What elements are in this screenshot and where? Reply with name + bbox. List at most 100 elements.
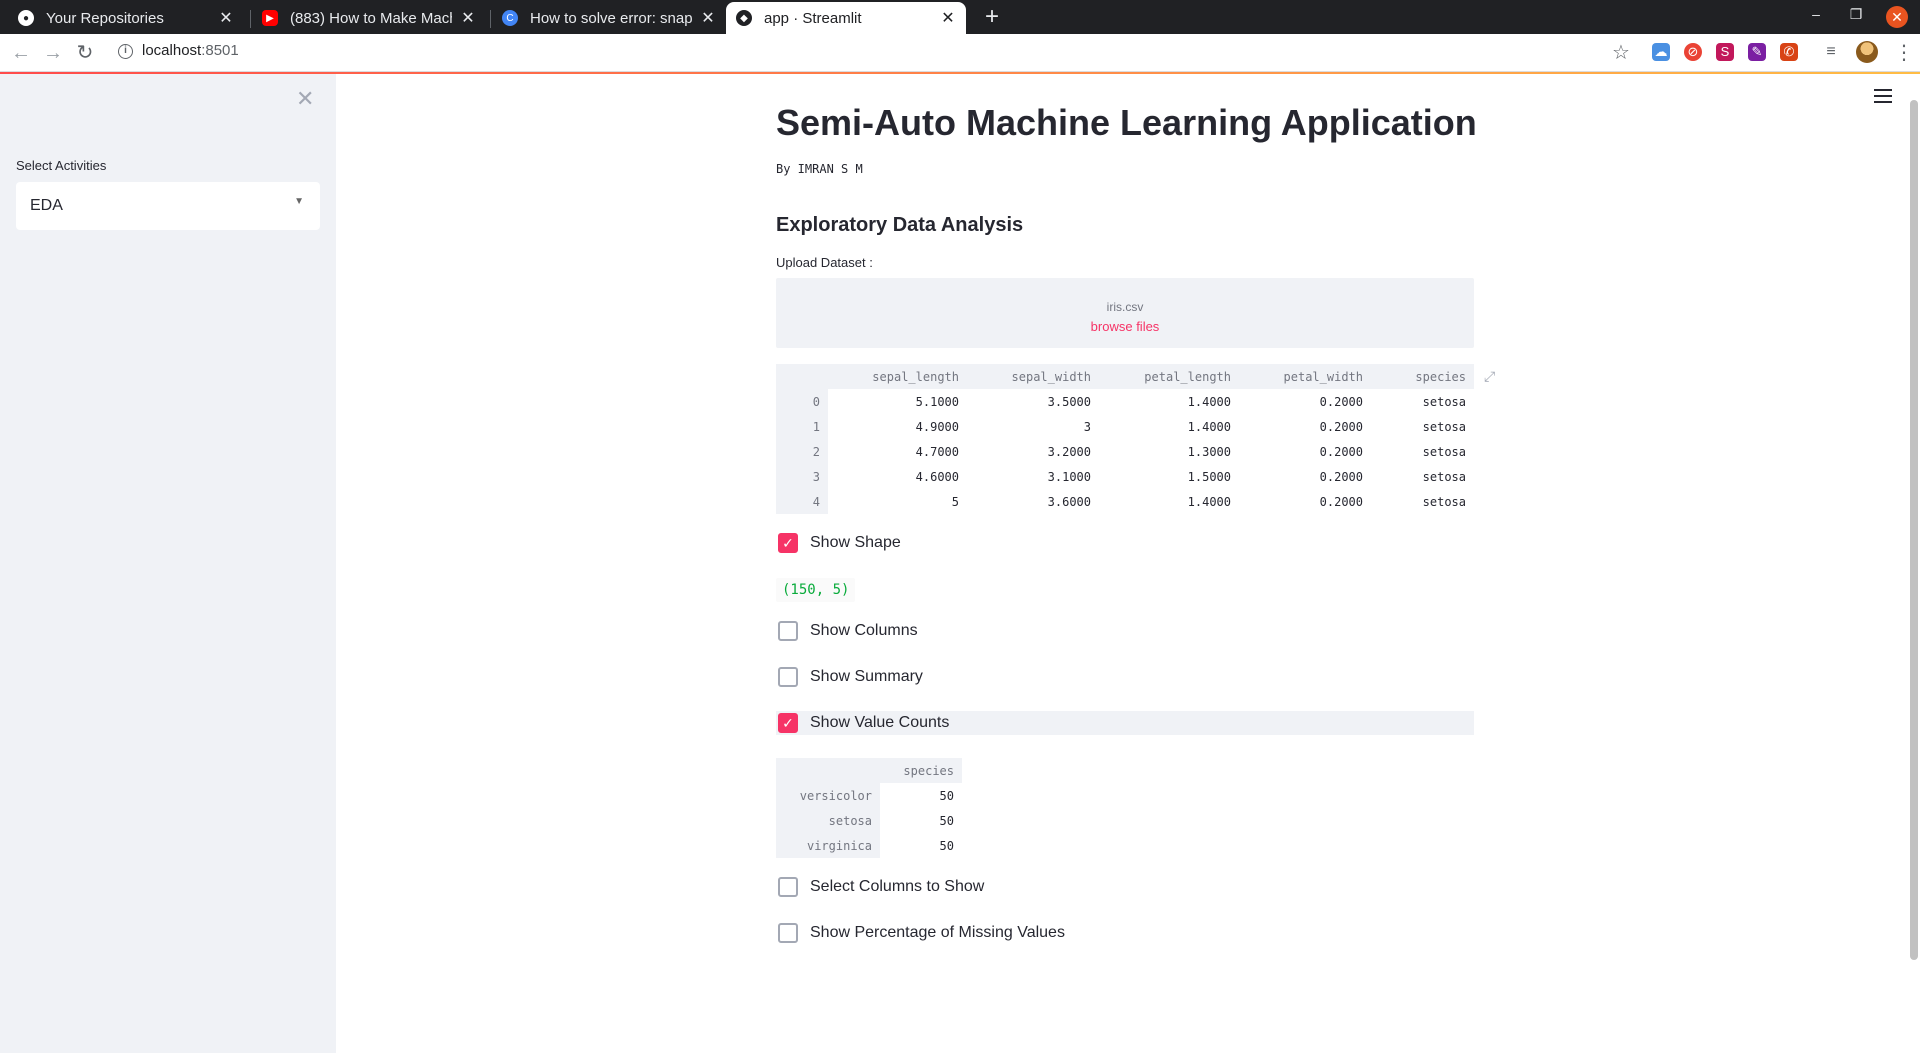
table-row: setosa 50: [776, 808, 962, 833]
count-cell[interactable]: 50: [880, 808, 962, 833]
site-info-icon[interactable]: i: [118, 44, 133, 59]
browse-files-link[interactable]: browse files: [776, 319, 1474, 334]
checkbox-unchecked[interactable]: [778, 877, 798, 897]
checkbox-unchecked[interactable]: [778, 621, 798, 641]
table-cell[interactable]: 0.2000: [1239, 389, 1371, 414]
cloud-extension-icon[interactable]: ☁: [1652, 43, 1670, 61]
table-cell[interactable]: 3.2000: [967, 439, 1099, 464]
table-cell[interactable]: 0.2000: [1239, 439, 1371, 464]
table-cell[interactable]: 0.2000: [1239, 464, 1371, 489]
tab-divider: [250, 10, 251, 28]
tab-title: Your Repositories: [46, 9, 164, 27]
file-dropzone[interactable]: iris.csv browse files: [776, 278, 1474, 348]
value-counts-table[interactable]: species versicolor 50 setosa 50 virginica 50: [776, 758, 962, 858]
table-cell[interactable]: 5.1000: [828, 389, 967, 414]
checkbox-unchecked[interactable]: [778, 923, 798, 943]
close-icon[interactable]: ✕: [700, 8, 716, 28]
column-header[interactable]: sepal_width: [967, 364, 1099, 389]
tab-your-repositories[interactable]: ● Your Repositories ✕: [8, 2, 244, 34]
forward-button[interactable]: →: [40, 40, 66, 66]
column-header[interactable]: species: [1371, 364, 1474, 389]
tab-stackoverflow[interactable]: C How to solve error: snap ✕: [492, 2, 726, 34]
show-columns-checkbox[interactable]: Show Columns: [776, 619, 1474, 643]
table-cell[interactable]: 4.9000: [828, 414, 967, 439]
back-button[interactable]: ←: [8, 40, 34, 66]
row-label: virginica: [776, 833, 880, 858]
table-row: 2 4.7000 3.2000 1.3000 0.2000 setosa: [776, 439, 1474, 464]
checkbox-checked[interactable]: ✓: [778, 713, 798, 733]
table-cell[interactable]: setosa: [1371, 389, 1474, 414]
table-cell[interactable]: 3.5000: [967, 389, 1099, 414]
table-cell[interactable]: setosa: [1371, 414, 1474, 439]
author-text: By IMRAN S M: [776, 162, 863, 176]
address-bar[interactable]: localhost:8501: [142, 42, 239, 59]
select-columns-checkbox[interactable]: Select Columns to Show: [776, 875, 1474, 899]
checkbox-unchecked[interactable]: [778, 667, 798, 687]
tab-youtube[interactable]: ▶ (883) How to Make Machin ✕: [252, 2, 486, 34]
reload-button[interactable]: ↻: [72, 40, 98, 66]
browser-tab-bar: ● Your Repositories ✕ ▶ (883) How to Mak…: [0, 0, 1920, 34]
page-title: Semi-Auto Machine Learning Application: [776, 102, 1477, 143]
show-missing-values-checkbox[interactable]: Show Percentage of Missing Values: [776, 921, 1474, 945]
row-label: setosa: [776, 808, 880, 833]
table-cell[interactable]: setosa: [1371, 464, 1474, 489]
app-menu-icon[interactable]: [1874, 89, 1892, 103]
close-icon[interactable]: ✕: [940, 8, 956, 28]
table-cell[interactable]: 1.3000: [1099, 439, 1239, 464]
table-cell[interactable]: setosa: [1371, 439, 1474, 464]
minimize-icon[interactable]: –: [1806, 6, 1826, 22]
table-cell[interactable]: 1.4000: [1099, 489, 1239, 514]
show-summary-checkbox[interactable]: Show Summary: [776, 665, 1474, 689]
table-cell[interactable]: 3.6000: [967, 489, 1099, 514]
url-port: :8501: [201, 42, 239, 59]
pen-extension-icon[interactable]: ✎: [1748, 43, 1766, 61]
table-cell[interactable]: 1.5000: [1099, 464, 1239, 489]
show-shape-checkbox[interactable]: ✓ Show Shape: [776, 531, 1474, 555]
tab-streamlit-app[interactable]: ◆ app · Streamlit ✕: [726, 2, 966, 34]
checkbox-label: Show Value Counts: [810, 714, 950, 731]
table-cell[interactable]: 0.2000: [1239, 489, 1371, 514]
count-cell[interactable]: 50: [880, 783, 962, 808]
streamlit-icon: ◆: [736, 10, 752, 26]
window-close-button[interactable]: ✕: [1886, 6, 1908, 28]
restore-icon[interactable]: ❐: [1846, 6, 1866, 23]
table-cell[interactable]: 0.2000: [1239, 414, 1371, 439]
youtube-icon: ▶: [262, 10, 278, 26]
table-cell[interactable]: 1.4000: [1099, 414, 1239, 439]
megaphone-extension-icon[interactable]: ✆: [1780, 43, 1798, 61]
close-icon[interactable]: ✕: [460, 8, 476, 28]
column-header[interactable]: sepal_length: [828, 364, 967, 389]
table-cell[interactable]: 3.1000: [967, 464, 1099, 489]
close-icon[interactable]: ✕: [218, 8, 234, 28]
profile-avatar[interactable]: [1856, 41, 1878, 63]
s-extension-icon[interactable]: S: [1716, 43, 1734, 61]
browser-menu-icon[interactable]: ⋮: [1894, 40, 1914, 65]
scrollbar[interactable]: [1910, 100, 1918, 960]
table-cell[interactable]: setosa: [1371, 489, 1474, 514]
show-value-counts-checkbox[interactable]: ✓ Show Value Counts: [776, 711, 1474, 735]
count-cell[interactable]: 50: [880, 833, 962, 858]
row-index: 4: [776, 489, 828, 514]
dataframe-table[interactable]: sepal_length sepal_width petal_length pe…: [776, 364, 1474, 514]
table-row: virginica 50: [776, 833, 962, 858]
chevron-down-icon: ▼: [294, 196, 304, 207]
fullscreen-expand-icon[interactable]: ⤢: [1484, 368, 1495, 385]
table-cell[interactable]: 1.4000: [1099, 389, 1239, 414]
media-control-icon[interactable]: ≡: [1822, 43, 1840, 61]
select-value: EDA: [30, 197, 63, 214]
table-cell[interactable]: 5: [828, 489, 967, 514]
table-cell[interactable]: 4.7000: [828, 439, 967, 464]
column-header[interactable]: petal_length: [1099, 364, 1239, 389]
new-tab-button[interactable]: +: [978, 4, 1006, 32]
table-cell[interactable]: 3: [967, 414, 1099, 439]
column-header[interactable]: petal_width: [1239, 364, 1371, 389]
blocker-extension-icon[interactable]: ⊘: [1684, 43, 1702, 61]
bookmark-star-icon[interactable]: ☆: [1612, 40, 1630, 65]
checkbox-checked[interactable]: ✓: [778, 533, 798, 553]
table-cell[interactable]: 4.6000: [828, 464, 967, 489]
table-row: 4 5 3.6000 1.4000 0.2000 setosa: [776, 489, 1474, 514]
sidebar-close-icon[interactable]: ✕: [296, 86, 314, 112]
select-activities-label: Select Activities: [16, 158, 107, 173]
column-header[interactable]: species: [880, 758, 962, 783]
activities-select[interactable]: EDA ▼: [16, 182, 320, 230]
